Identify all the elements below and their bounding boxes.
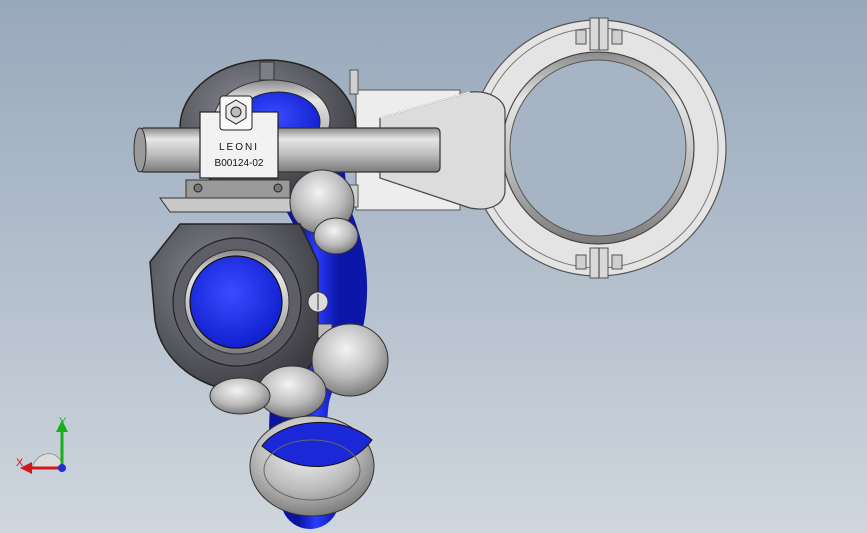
x-axis-label: X bbox=[16, 457, 24, 469]
y-axis-label: Y bbox=[59, 416, 67, 428]
main-housing bbox=[149, 223, 333, 393]
assembly-model[interactable]: LEONI B00124-02 Y X bbox=[0, 0, 867, 533]
cad-viewport[interactable]: LEONI B00124-02 Y X bbox=[0, 0, 867, 533]
z-axis-dot bbox=[58, 464, 66, 472]
ring-clamp bbox=[469, 17, 727, 279]
coordinate-triad: Y X bbox=[16, 416, 68, 474]
clamp-part-number-label: B00124-02 bbox=[215, 158, 264, 169]
mounting-rod bbox=[133, 127, 441, 173]
clamp-base-plate bbox=[159, 179, 301, 213]
ball-joint-lower bbox=[249, 415, 375, 517]
clamp-brand-label: LEONI bbox=[219, 142, 259, 153]
